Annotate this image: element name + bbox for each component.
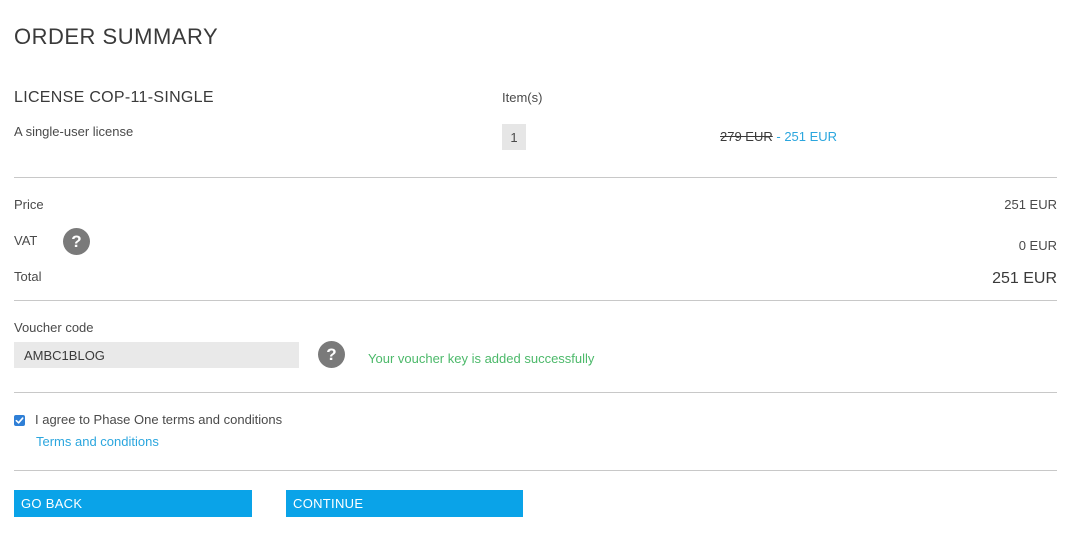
go-back-button[interactable]: GO BACK — [14, 490, 252, 517]
product-description: A single-user license — [14, 124, 134, 139]
terms-link[interactable]: Terms and conditions — [36, 434, 159, 449]
voucher-success-message: Your voucher key is added successfully — [368, 351, 595, 366]
total-label: Total — [14, 269, 42, 284]
product-price: 279 EUR - 251 EUR — [720, 129, 837, 144]
agree-label: I agree to Phase One terms and condition… — [35, 412, 283, 427]
items-header: Item(s) — [502, 90, 543, 105]
old-price: 279 EUR — [720, 129, 773, 144]
checkmark-icon — [15, 417, 24, 424]
page-title: ORDER SUMMARY — [14, 24, 219, 49]
price-separator: - — [772, 129, 785, 144]
price-label: Price — [14, 197, 44, 212]
vat-label: VAT — [14, 233, 38, 248]
product-name: LICENSE COP-11-SINGLE — [14, 89, 214, 106]
voucher-help-icon[interactable]: ? — [318, 341, 345, 368]
continue-button[interactable]: CONTINUE — [286, 490, 523, 517]
agree-checkbox[interactable] — [14, 415, 25, 426]
divider — [14, 300, 1057, 301]
total-value: 251 EUR — [992, 270, 1057, 287]
voucher-label: Voucher code — [14, 320, 94, 335]
vat-help-icon[interactable]: ? — [63, 228, 90, 255]
divider — [14, 392, 1057, 393]
divider — [14, 470, 1057, 471]
price-value: 251 EUR — [1004, 197, 1057, 212]
vat-value: 0 EUR — [1018, 238, 1057, 253]
quantity-box[interactable]: 1 — [502, 124, 526, 150]
voucher-input[interactable] — [14, 342, 299, 368]
divider — [14, 177, 1057, 178]
new-price: 251 EUR — [784, 129, 838, 144]
